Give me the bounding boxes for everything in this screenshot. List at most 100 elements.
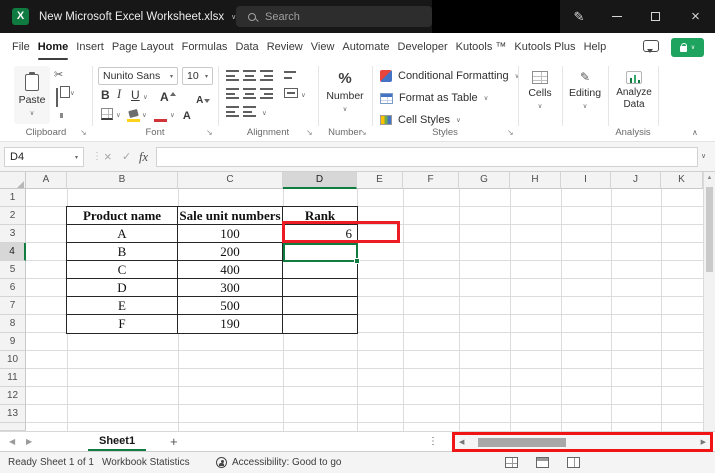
paste-button[interactable]: Paste ∨ bbox=[14, 66, 50, 124]
number-format-button[interactable]: % Number ∨ bbox=[318, 66, 372, 124]
scroll-right-icon[interactable]: ▶ bbox=[697, 438, 710, 446]
column-header-c[interactable]: C bbox=[178, 172, 283, 189]
column-header-b[interactable]: B bbox=[67, 172, 178, 189]
horizontal-scrollbar-thumb[interactable] bbox=[478, 438, 566, 447]
close-button[interactable]: × bbox=[676, 0, 715, 33]
draw-pencil-icon[interactable]: ✎ bbox=[566, 0, 592, 33]
page-break-view-icon[interactable] bbox=[567, 457, 580, 468]
chevron-down-icon[interactable]: ∨ bbox=[143, 93, 148, 101]
share-button[interactable]: ∨ bbox=[671, 38, 704, 57]
tab-developer[interactable]: Developer bbox=[394, 33, 452, 62]
cell-c7[interactable]: 500 bbox=[178, 297, 283, 315]
align-top-icon[interactable] bbox=[226, 70, 239, 81]
row-header-3[interactable]: 3 bbox=[0, 225, 26, 243]
analyze-data-button[interactable]: Analyze Data bbox=[610, 64, 658, 124]
format-as-table-button[interactable]: Format as Table ∨ bbox=[380, 89, 488, 107]
row-header-10[interactable]: 10 bbox=[0, 351, 26, 369]
row-header-7[interactable]: 7 bbox=[0, 297, 26, 315]
cell-b8[interactable]: F bbox=[67, 315, 178, 333]
dialog-launcher-icon[interactable]: ↘ bbox=[306, 128, 313, 137]
cell-d7[interactable] bbox=[283, 297, 357, 315]
dialog-launcher-icon[interactable]: ↘ bbox=[80, 128, 87, 137]
tab-formulas[interactable]: Formulas bbox=[178, 33, 232, 62]
cell-b4[interactable]: B bbox=[67, 243, 178, 261]
vertical-scrollbar-thumb[interactable] bbox=[706, 187, 713, 272]
chevron-down-icon[interactable]: ∨ bbox=[70, 89, 75, 97]
column-header-i[interactable]: I bbox=[561, 172, 611, 189]
increase-font-button[interactable]: A bbox=[160, 90, 169, 104]
table-header-product[interactable]: Product name bbox=[67, 207, 178, 225]
fill-color-icon[interactable] bbox=[128, 109, 139, 118]
underline-button[interactable]: U bbox=[131, 88, 140, 102]
dialog-launcher-icon[interactable]: ↘ bbox=[507, 128, 514, 137]
tab-home[interactable]: Home bbox=[34, 33, 73, 62]
chevron-down-icon[interactable]: ∨ bbox=[116, 111, 121, 119]
row-header-4[interactable]: 4 bbox=[0, 243, 26, 261]
next-sheet-icon[interactable]: ▶ bbox=[26, 432, 32, 452]
tab-kutools-plus[interactable]: Kutools Plus bbox=[510, 33, 579, 62]
increase-indent-icon[interactable] bbox=[243, 106, 256, 117]
cell-c4[interactable]: 200 bbox=[178, 243, 283, 261]
insert-function-icon[interactable]: fx bbox=[139, 147, 148, 167]
name-box[interactable]: D4 ▾ bbox=[4, 147, 84, 167]
decrease-font-button[interactable]: A bbox=[196, 95, 203, 106]
align-right-icon[interactable] bbox=[260, 88, 273, 99]
tab-file[interactable]: File bbox=[8, 33, 34, 62]
row-header-1[interactable]: 1 bbox=[0, 189, 26, 207]
column-header-h[interactable]: H bbox=[510, 172, 561, 189]
dialog-launcher-icon[interactable]: ↘ bbox=[360, 128, 367, 137]
scroll-left-icon[interactable]: ◀ bbox=[455, 438, 468, 446]
cell-d8[interactable] bbox=[283, 315, 357, 333]
fill-handle[interactable] bbox=[354, 258, 360, 264]
wrap-text-icon[interactable] bbox=[284, 70, 296, 80]
conditional-formatting-button[interactable]: Conditional Formatting ∨ bbox=[380, 67, 519, 85]
font-name-combo[interactable]: Nunito Sans ▾ bbox=[98, 67, 178, 85]
column-header-j[interactable]: J bbox=[611, 172, 661, 189]
borders-icon[interactable] bbox=[101, 108, 113, 120]
sheet-options-icon[interactable]: ⋮ bbox=[428, 432, 438, 452]
cut-icon[interactable]: ✂ bbox=[54, 69, 63, 81]
column-header-a[interactable]: A bbox=[26, 172, 67, 189]
normal-view-icon[interactable] bbox=[505, 457, 518, 468]
row-header-11[interactable]: 11 bbox=[0, 369, 26, 387]
decrease-indent-icon[interactable] bbox=[226, 106, 239, 117]
status-workbook-statistics[interactable]: Workbook Statistics bbox=[102, 452, 190, 473]
font-size-combo[interactable]: 10 ▾ bbox=[182, 67, 213, 85]
dialog-launcher-icon[interactable]: ↘ bbox=[206, 128, 213, 137]
column-header-g[interactable]: G bbox=[459, 172, 510, 189]
tab-review[interactable]: Review bbox=[263, 33, 307, 62]
column-header-k[interactable]: K bbox=[661, 172, 703, 189]
drag-handle-icon[interactable]: ⋮ bbox=[92, 147, 102, 167]
copy-icon[interactable] bbox=[56, 88, 58, 107]
cancel-icon[interactable]: × bbox=[104, 147, 112, 167]
tab-data[interactable]: Data bbox=[231, 33, 262, 62]
chevron-down-icon[interactable]: ∨ bbox=[262, 109, 267, 117]
column-header-e[interactable]: E bbox=[357, 172, 403, 189]
minimize-button[interactable] bbox=[600, 0, 634, 33]
bold-button[interactable]: B bbox=[101, 88, 110, 102]
enter-check-icon[interactable]: ✓ bbox=[122, 147, 131, 167]
cell-b7[interactable]: E bbox=[67, 297, 178, 315]
tab-automate[interactable]: Automate bbox=[338, 33, 393, 62]
italic-button[interactable]: I bbox=[117, 87, 121, 102]
cell-c8[interactable]: 190 bbox=[178, 315, 283, 333]
column-header-f[interactable]: F bbox=[403, 172, 459, 189]
tab-insert[interactable]: Insert bbox=[72, 33, 108, 62]
status-sheet-count[interactable]: Sheet 1 of 1 bbox=[40, 452, 94, 473]
merge-center-icon[interactable] bbox=[284, 88, 298, 98]
collapse-ribbon-icon[interactable]: ∧ bbox=[692, 128, 698, 137]
align-bottom-icon[interactable] bbox=[260, 70, 273, 81]
prev-sheet-icon[interactable]: ◀ bbox=[9, 432, 15, 452]
tab-kutools[interactable]: Kutools ™ bbox=[452, 33, 511, 62]
row-header-9[interactable]: 9 bbox=[0, 333, 26, 351]
row-header-12[interactable]: 12 bbox=[0, 387, 26, 405]
cell-c5[interactable]: 400 bbox=[178, 261, 283, 279]
window-title[interactable]: New Microsoft Excel Worksheet.xlsx ∨ bbox=[39, 0, 236, 33]
tab-page-layout[interactable]: Page Layout bbox=[108, 33, 178, 62]
cells-button[interactable]: Cells ∨ bbox=[520, 64, 560, 124]
cell-c3[interactable]: 100 bbox=[178, 225, 283, 243]
column-header-d[interactable]: D bbox=[283, 172, 357, 189]
status-accessibility[interactable]: Accessibility: Good to go bbox=[232, 452, 342, 473]
maximize-button[interactable] bbox=[638, 0, 672, 33]
tab-help[interactable]: Help bbox=[580, 33, 611, 62]
